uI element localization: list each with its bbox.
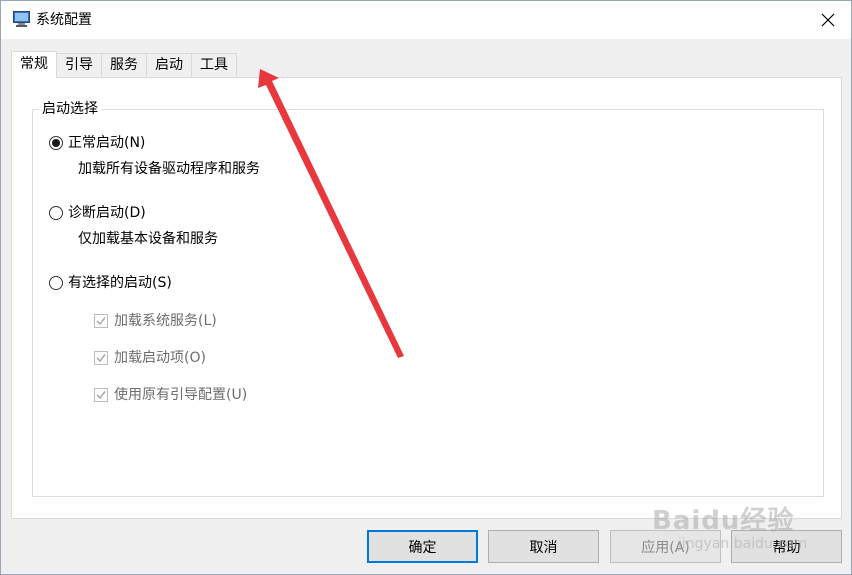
tab-boot[interactable]: 引导 xyxy=(56,53,102,78)
tab-startup[interactable]: 启动 xyxy=(146,53,192,78)
tab-tools[interactable]: 工具 xyxy=(191,53,237,78)
tab-strip: 常规 引导 服务 启动 工具 xyxy=(11,51,237,78)
cancel-button[interactable]: 取消 xyxy=(488,530,599,563)
diagnostic-startup-label: 诊断启动(D) xyxy=(68,205,146,221)
system-config-window: 系统配置 常规 引导 服务 启动 工具 启动选择 正常启动(N) 加载所有设备驱… xyxy=(0,0,852,575)
general-tab-panel: 启动选择 正常启动(N) 加载所有设备驱动程序和服务 诊断启动(D) 仅加载基本… xyxy=(11,77,842,519)
startup-selection-label: 启动选择 xyxy=(39,100,101,118)
baidu-jingyan-watermark: Baidu经验 jingyan.baidu.com xyxy=(648,500,848,570)
tab-services[interactable]: 服务 xyxy=(101,53,147,78)
selective-startup-label: 有选择的启动(S) xyxy=(68,275,172,291)
normal-startup-description: 加载所有设备驱动程序和服务 xyxy=(78,161,260,177)
load-system-services-label: 加载系统服务(L) xyxy=(114,313,217,329)
checkbox-checked-icon xyxy=(94,351,108,365)
close-icon xyxy=(821,13,835,27)
close-button[interactable] xyxy=(805,1,851,39)
tab-general[interactable]: 常规 xyxy=(11,51,57,78)
window-title: 系统配置 xyxy=(36,12,92,28)
load-startup-items-label: 加载启动项(O) xyxy=(114,350,206,366)
load-startup-items-checkbox[interactable]: 加载启动项(O) xyxy=(94,348,206,368)
watermark-url: jingyan.baidu.com xyxy=(678,536,808,552)
watermark-brand: Baidu经验 xyxy=(652,506,795,536)
diagnostic-startup-radio[interactable]: 诊断启动(D) xyxy=(49,203,146,223)
normal-startup-radio[interactable]: 正常启动(N) xyxy=(49,133,145,153)
radio-unselected-icon xyxy=(49,206,63,220)
system-config-app-icon xyxy=(13,11,30,27)
checkbox-checked-icon xyxy=(94,388,108,402)
use-original-boot-config-label: 使用原有引导配置(U) xyxy=(114,387,248,403)
title-bar: 系统配置 xyxy=(1,1,851,39)
selective-startup-radio[interactable]: 有选择的启动(S) xyxy=(49,273,172,293)
diagnostic-startup-description: 仅加载基本设备和服务 xyxy=(78,231,218,247)
radio-unselected-icon xyxy=(49,276,63,290)
ok-button[interactable]: 确定 xyxy=(367,530,478,563)
checkbox-checked-icon xyxy=(94,314,108,328)
load-system-services-checkbox[interactable]: 加载系统服务(L) xyxy=(94,311,217,331)
radio-selected-icon xyxy=(49,136,63,150)
normal-startup-label: 正常启动(N) xyxy=(68,135,146,151)
use-original-boot-config-checkbox[interactable]: 使用原有引导配置(U) xyxy=(94,385,247,405)
